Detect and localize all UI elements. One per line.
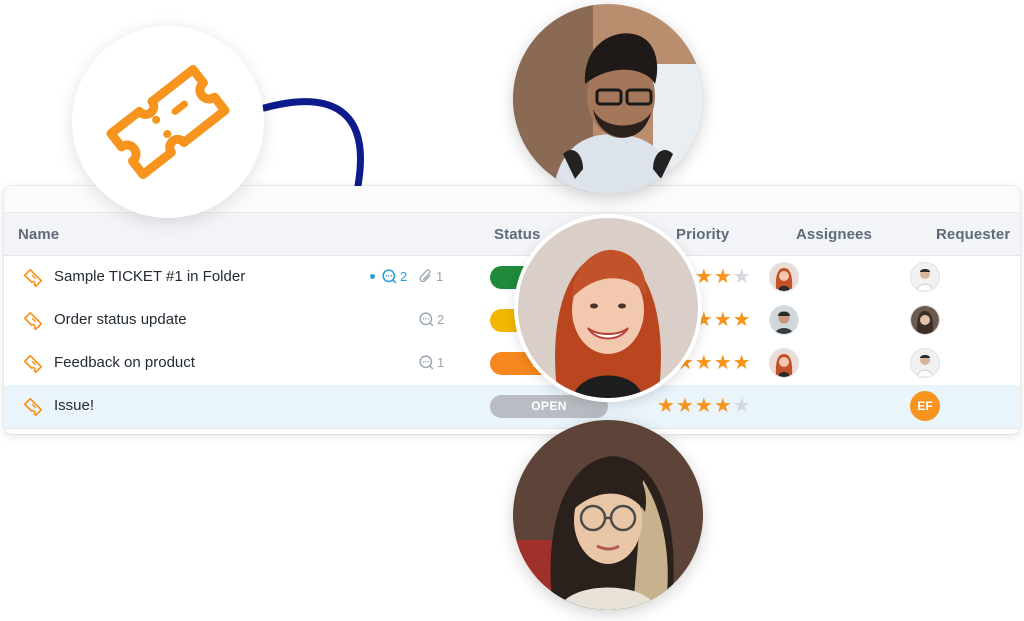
comments-count-label: 1: [437, 355, 445, 370]
requester-avatar[interactable]: [911, 263, 939, 291]
table-row[interactable]: Sample TICKET #1 in Folder 2 1 R ★ ★ ★ ★…: [4, 256, 1020, 300]
agent-photo-woman-redhead: [518, 218, 698, 398]
table-row[interactable]: Feedback on product 1 FOLL ★ ★ ★ ★ ★: [4, 342, 1020, 386]
ticket-name[interactable]: Issue!: [54, 397, 94, 414]
assignee-avatar[interactable]: [770, 306, 798, 334]
comments-count[interactable]: 2: [370, 268, 407, 285]
star-filled-icon[interactable]: ★: [695, 394, 713, 418]
assignee-avatar[interactable]: [770, 263, 798, 291]
star-filled-icon[interactable]: ★: [714, 308, 732, 332]
requester-avatar[interactable]: [911, 349, 939, 377]
table-row[interactable]: Order status update 2 ★ ★ ★ ★ ★: [4, 299, 1020, 343]
column-header-assignees[interactable]: Assignees: [796, 226, 872, 243]
comment-icon: [382, 269, 397, 284]
table-row[interactable]: Issue! OPEN ★ ★ ★ ★ ★ EF: [4, 385, 1020, 429]
ticket-outline-icon: [23, 268, 43, 288]
ticket-outline-icon: [23, 311, 43, 331]
column-header-name[interactable]: Name: [18, 226, 59, 243]
requester-avatar[interactable]: [911, 306, 939, 334]
star-filled-icon[interactable]: ★: [714, 265, 732, 289]
comments-count-label: 2: [400, 269, 408, 284]
status-badge[interactable]: OPEN: [490, 395, 608, 418]
unread-dot: [370, 274, 375, 279]
ticket-name[interactable]: Sample TICKET #1 in Folder: [54, 268, 245, 285]
ticket-outline-icon: [23, 397, 43, 417]
star-empty-icon[interactable]: ★: [733, 394, 751, 418]
comments-count[interactable]: 1: [418, 354, 444, 371]
ticket-name[interactable]: Order status update: [54, 311, 187, 328]
column-header-requester[interactable]: Requester: [936, 226, 1010, 243]
star-filled-icon[interactable]: ★: [695, 265, 713, 289]
column-header-status[interactable]: Status: [494, 226, 540, 243]
star-empty-icon[interactable]: ★: [733, 265, 751, 289]
star-filled-icon[interactable]: ★: [714, 351, 732, 375]
column-header-priority[interactable]: Priority: [676, 226, 729, 243]
ticket-logo: [72, 26, 264, 218]
attachments-count[interactable]: 1: [418, 268, 443, 284]
agent-photo-man: [513, 4, 703, 194]
comments-count-label: 2: [437, 312, 445, 327]
comments-count[interactable]: 2: [418, 311, 444, 328]
ticket-outline-icon: [23, 354, 43, 374]
star-filled-icon[interactable]: ★: [657, 394, 675, 418]
priority-rating[interactable]: ★ ★ ★ ★ ★: [657, 394, 751, 418]
assignee-avatar[interactable]: [770, 349, 798, 377]
comment-icon: [419, 312, 434, 327]
requester-initials-avatar[interactable]: EF: [910, 391, 940, 421]
attachments-count-label: 1: [436, 268, 444, 284]
star-filled-icon[interactable]: ★: [714, 394, 732, 418]
paperclip-icon: [419, 269, 431, 283]
table-header: Name Status Priority Assignees Requester: [4, 213, 1020, 256]
star-filled-icon[interactable]: ★: [733, 351, 751, 375]
ticket-table: Name Status Priority Assignees Requester…: [4, 186, 1020, 434]
star-filled-icon[interactable]: ★: [695, 351, 713, 375]
star-filled-icon[interactable]: ★: [676, 394, 694, 418]
ticket-icon: [106, 64, 230, 180]
star-filled-icon[interactable]: ★: [733, 308, 751, 332]
comment-icon: [419, 355, 434, 370]
agent-photo-woman-glasses: [513, 420, 703, 610]
ticket-name[interactable]: Feedback on product: [54, 354, 195, 371]
